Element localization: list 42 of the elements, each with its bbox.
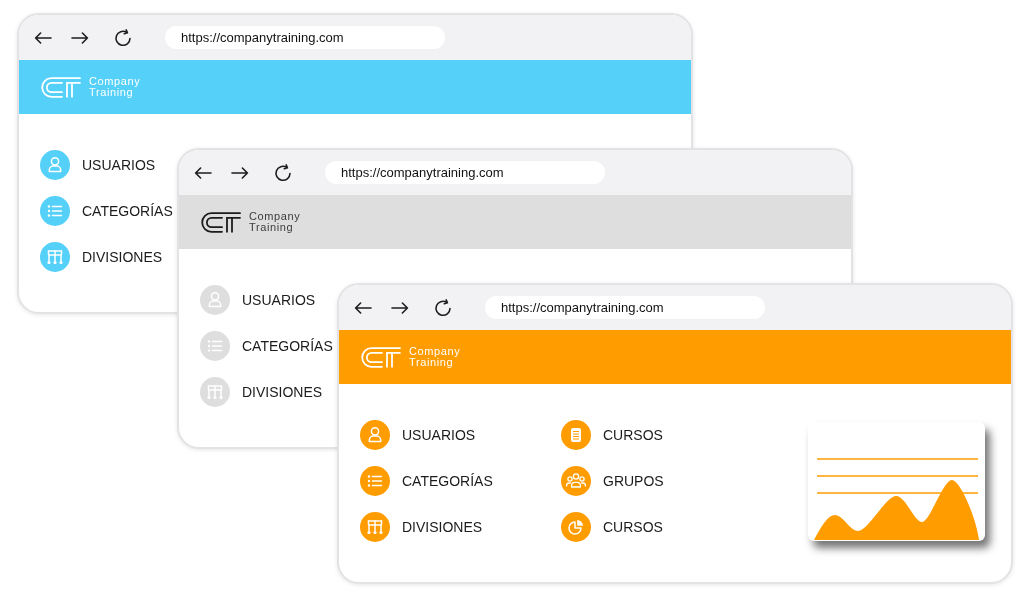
brand-name: Company Training [249,211,301,233]
logo-icon [201,211,241,233]
logo-icon [361,346,401,368]
back-arrow-icon[interactable] [34,31,52,44]
menu-item[interactable]: CURSOS [561,512,663,542]
brand-name: Company Training [409,346,461,368]
back-arrow-icon[interactable] [354,301,372,314]
user-icon [360,420,390,450]
menu-item[interactable]: CURSOS [561,420,663,450]
reload-icon[interactable] [434,298,452,317]
forward-arrow-icon[interactable] [391,301,409,314]
menu-item[interactable]: CATEGORÍAS [200,331,333,361]
menu-item[interactable]: USUARIOS [40,150,156,180]
url-field[interactable]: https://companytraining.com [165,26,445,49]
menu-item[interactable]: CATEGORÍAS [40,196,173,226]
document-icon [561,420,591,450]
menu-item[interactable]: DIVISIONES [360,512,483,542]
list-icon [360,466,390,496]
list-icon [200,331,230,361]
org-chart-icon [360,512,390,542]
pie-chart-icon [561,512,591,542]
url-field[interactable]: https://companytraining.com [325,161,605,184]
user-icon [40,150,70,180]
logo-icon [41,76,81,98]
group-icon [561,466,591,496]
forward-arrow-icon[interactable] [71,31,89,44]
menu-item[interactable]: DIVISIONES [200,377,323,407]
reload-icon[interactable] [114,28,132,47]
brand-name: Company Training [89,76,141,98]
menu-item[interactable]: GRUPOS [561,466,664,496]
menu-item[interactable]: CATEGORÍAS [360,466,493,496]
user-icon [200,285,230,315]
reload-icon[interactable] [274,163,292,182]
back-arrow-icon[interactable] [194,166,212,179]
forward-arrow-icon[interactable] [231,166,249,179]
menu-item[interactable]: USUARIOS [200,285,316,315]
menu-item[interactable]: DIVISIONES [40,242,163,272]
org-chart-icon [40,242,70,272]
url-field[interactable]: https://companytraining.com [485,296,765,319]
list-icon [40,196,70,226]
org-chart-icon [200,377,230,407]
menu-item[interactable]: USUARIOS [360,420,476,450]
